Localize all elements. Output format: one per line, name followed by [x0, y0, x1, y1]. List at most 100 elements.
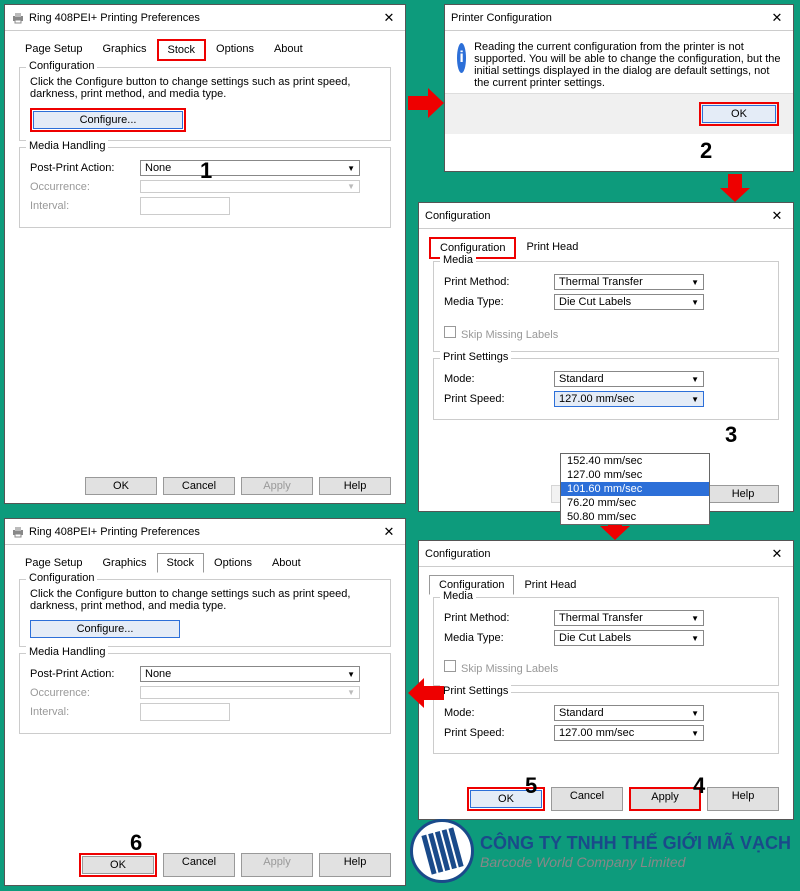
config-group-title: Configuration — [26, 60, 97, 72]
occurrence-select: ▼ — [140, 686, 360, 699]
ok-button[interactable]: OK — [702, 105, 776, 123]
speed-option[interactable]: 76.20 mm/sec — [561, 496, 709, 510]
help-button[interactable]: Help — [707, 485, 779, 503]
chevron-down-icon: ▼ — [691, 298, 699, 307]
help-button[interactable]: Help — [319, 477, 391, 495]
speed-dropdown[interactable]: 152.40 mm/sec 127.00 mm/sec 101.60 mm/se… — [560, 453, 710, 525]
chevron-down-icon: ▼ — [691, 278, 699, 287]
post-print-action-label: Post-Print Action: — [30, 668, 140, 680]
ok-button[interactable]: OK — [85, 477, 157, 495]
print-settings-group: Print Settings — [440, 351, 511, 363]
post-print-action-select[interactable]: None▼ — [140, 666, 360, 682]
tab-stock[interactable]: Stock — [157, 553, 205, 573]
ok-button[interactable]: OK — [82, 856, 154, 874]
close-icon[interactable]: ✕ — [379, 8, 399, 28]
tab-about[interactable]: About — [264, 39, 313, 61]
help-button[interactable]: Help — [707, 787, 779, 811]
mode-label: Mode: — [444, 373, 554, 385]
close-icon[interactable]: ✕ — [767, 206, 787, 226]
tab-page-setup[interactable]: Page Setup — [15, 553, 93, 573]
tab-graphics[interactable]: Graphics — [93, 553, 157, 573]
mode-label: Mode: — [444, 707, 554, 719]
help-button[interactable]: Help — [319, 853, 391, 877]
titlebar: Ring 408PEI+ Printing Preferences ✕ — [5, 5, 405, 31]
configure-button[interactable]: Configure... — [33, 111, 183, 129]
tab-bar: Page Setup Graphics Stock Options About — [5, 31, 405, 61]
post-print-action-select[interactable]: None▼ — [140, 160, 360, 176]
media-type-select[interactable]: Die Cut Labels▼ — [554, 630, 704, 646]
close-icon[interactable]: ✕ — [379, 522, 399, 542]
apply-button: Apply — [241, 853, 313, 877]
company-name: CÔNG TY TNHH THẾ GIỚI MÃ VẠCH — [480, 833, 791, 854]
configure-button[interactable]: Configure... — [30, 620, 180, 638]
tab-page-setup[interactable]: Page Setup — [15, 39, 93, 61]
media-group: Media — [440, 590, 476, 602]
interval-input — [140, 703, 230, 721]
window-title: Printer Configuration — [451, 12, 767, 24]
media-handling-title: Media Handling — [26, 646, 108, 658]
cancel-button[interactable]: Cancel — [163, 853, 235, 877]
speed-option[interactable]: 127.00 mm/sec — [561, 468, 709, 482]
speed-label: Print Speed: — [444, 393, 554, 405]
tab-print-head[interactable]: Print Head — [514, 575, 586, 595]
info-message: Reading the current configuration from t… — [474, 35, 789, 89]
apply-button[interactable]: Apply — [629, 787, 701, 811]
window-title: Configuration — [425, 210, 767, 222]
step-5: 5 — [525, 773, 537, 799]
company-subtitle: Barcode World Company Limited — [480, 854, 791, 870]
post-print-action-label: Post-Print Action: — [30, 162, 140, 174]
close-icon[interactable]: ✕ — [767, 8, 787, 28]
skip-label: Skip Missing Labels — [461, 329, 558, 341]
step-3: 3 — [725, 422, 737, 448]
print-method-label: Print Method: — [444, 276, 554, 288]
mode-select[interactable]: Standard▼ — [554, 371, 704, 387]
cancel-button[interactable]: Cancel — [163, 477, 235, 495]
printer-icon — [11, 11, 25, 25]
step-1: 1 — [200, 158, 212, 184]
window-title: Ring 408PEI+ Printing Preferences — [29, 12, 379, 24]
speed-option-selected[interactable]: 101.60 mm/sec — [561, 482, 709, 496]
media-type-label: Media Type: — [444, 296, 554, 308]
close-icon[interactable]: ✕ — [767, 544, 787, 564]
skip-label: Skip Missing Labels — [461, 663, 558, 675]
company-logo: CÔNG TY TNHH THẾ GIỚI MÃ VẠCH Barcode Wo… — [410, 819, 791, 883]
speed-select[interactable]: 127.00 mm/sec▼ — [554, 391, 704, 407]
interval-label: Interval: — [30, 706, 140, 718]
config-help-text: Click the Configure button to change set… — [30, 76, 380, 100]
chevron-down-icon: ▼ — [347, 164, 355, 173]
window-title: Configuration — [425, 548, 767, 560]
mode-select[interactable]: Standard▼ — [554, 705, 704, 721]
media-type-select[interactable]: Die Cut Labels▼ — [554, 294, 704, 310]
skip-checkbox — [444, 326, 456, 338]
arrow-down-icon — [720, 174, 750, 202]
info-icon: i — [457, 43, 466, 73]
speed-select[interactable]: 127.00 mm/sec▼ — [554, 725, 704, 741]
step-4: 4 — [693, 773, 705, 799]
tab-options[interactable]: Options — [204, 553, 262, 573]
print-settings-group: Print Settings — [440, 685, 511, 697]
chevron-down-icon: ▼ — [691, 375, 699, 384]
print-method-select[interactable]: Thermal Transfer▼ — [554, 610, 704, 626]
tab-print-head[interactable]: Print Head — [516, 237, 588, 259]
interval-label: Interval: — [30, 200, 140, 212]
tab-graphics[interactable]: Graphics — [93, 39, 157, 61]
interval-input — [140, 197, 230, 215]
media-group: Media — [440, 254, 476, 266]
occurrence-select: ▼ — [140, 180, 360, 193]
logo-icon — [410, 819, 474, 883]
speed-option[interactable]: 152.40 mm/sec — [561, 454, 709, 468]
window-title: Ring 408PEI+ Printing Preferences — [29, 526, 379, 538]
arrow-left-icon — [408, 678, 444, 708]
tab-stock[interactable]: Stock — [157, 39, 207, 61]
cancel-button[interactable]: Cancel — [551, 787, 623, 811]
arrow-right-icon — [408, 88, 444, 118]
chevron-down-icon: ▼ — [691, 395, 699, 404]
tab-about[interactable]: About — [262, 553, 311, 573]
tab-options[interactable]: Options — [206, 39, 264, 61]
apply-button: Apply — [241, 477, 313, 495]
config-group-title: Configuration — [26, 572, 97, 584]
media-handling-title: Media Handling — [26, 140, 108, 152]
print-method-select[interactable]: Thermal Transfer▼ — [554, 274, 704, 290]
occurrence-label: Occurrence: — [30, 181, 140, 193]
speed-option[interactable]: 50.80 mm/sec — [561, 510, 709, 524]
